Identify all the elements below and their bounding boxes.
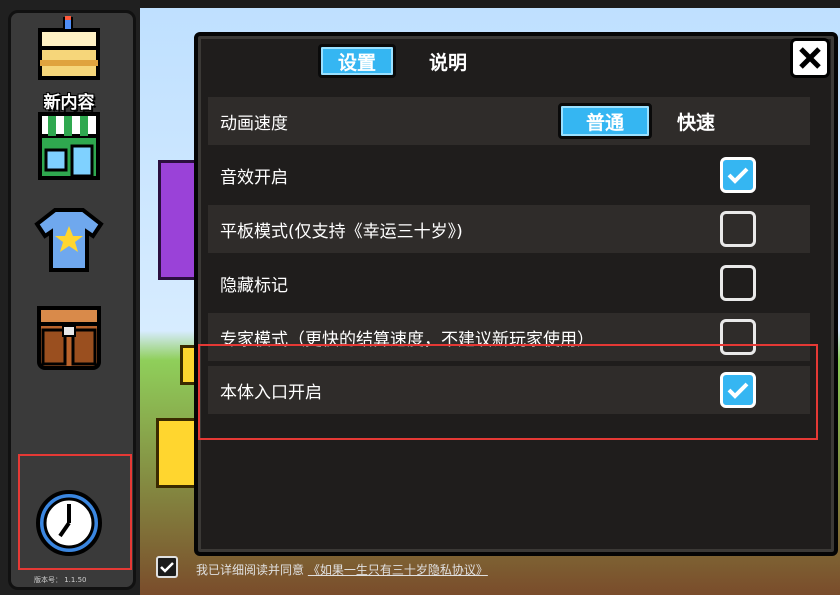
highlight-box-clock — [18, 454, 132, 570]
setting-label: 平板模式(仅支持《幸运三十岁》) — [220, 221, 463, 242]
tab-instructions[interactable]: 说明 — [418, 44, 478, 78]
sidebar-item-new-content[interactable]: 新内容 — [26, 16, 112, 113]
setting-row-sound: 音效开启 — [208, 151, 810, 199]
sidebar-item-outfit[interactable] — [26, 206, 112, 274]
setting-row-tablet-mode: 平板模式(仅支持《幸运三十岁》) — [208, 205, 810, 253]
tablet-mode-checkbox[interactable] — [720, 211, 756, 247]
backpack-icon — [37, 306, 101, 370]
checkmark-icon — [160, 562, 174, 573]
setting-label: 动画速度 — [220, 113, 288, 134]
hide-markers-checkbox[interactable] — [720, 265, 756, 301]
highlight-box-main-entry — [198, 344, 818, 440]
agreement-label: 我已详细阅读并同意 — [196, 563, 305, 577]
sidebar-item-backpack[interactable] — [26, 300, 112, 372]
tshirt-icon — [34, 208, 104, 272]
version-label: 版本号： 1.1.50 — [34, 576, 87, 584]
setting-row-animation-speed: 动画速度 普通 快速 — [208, 97, 810, 145]
privacy-policy-link[interactable]: 《如果一生只有三十岁隐私协议》 — [308, 563, 488, 577]
setting-label: 隐藏标记 — [220, 275, 288, 296]
shop-icon — [38, 112, 100, 180]
setting-row-hide-markers: 隐藏标记 — [208, 259, 810, 307]
close-icon — [799, 47, 821, 69]
tab-settings[interactable]: 设置 — [318, 44, 396, 78]
sidebar-item-shop[interactable] — [26, 110, 112, 182]
speed-normal-button[interactable]: 普通 — [558, 103, 652, 139]
cake-icon — [38, 16, 100, 80]
setting-label: 音效开启 — [220, 167, 288, 188]
sound-checkbox[interactable] — [720, 157, 756, 193]
close-button[interactable] — [790, 38, 830, 78]
speed-fast-button[interactable]: 快速 — [666, 103, 726, 139]
background-card-purple — [158, 160, 198, 280]
background-card-yellow — [156, 418, 198, 488]
checkmark-icon — [727, 167, 749, 184]
agreement-text: 我已详细阅读并同意 《如果一生只有三十岁隐私协议》 — [196, 561, 488, 578]
agreement-checkbox[interactable] — [156, 556, 178, 578]
